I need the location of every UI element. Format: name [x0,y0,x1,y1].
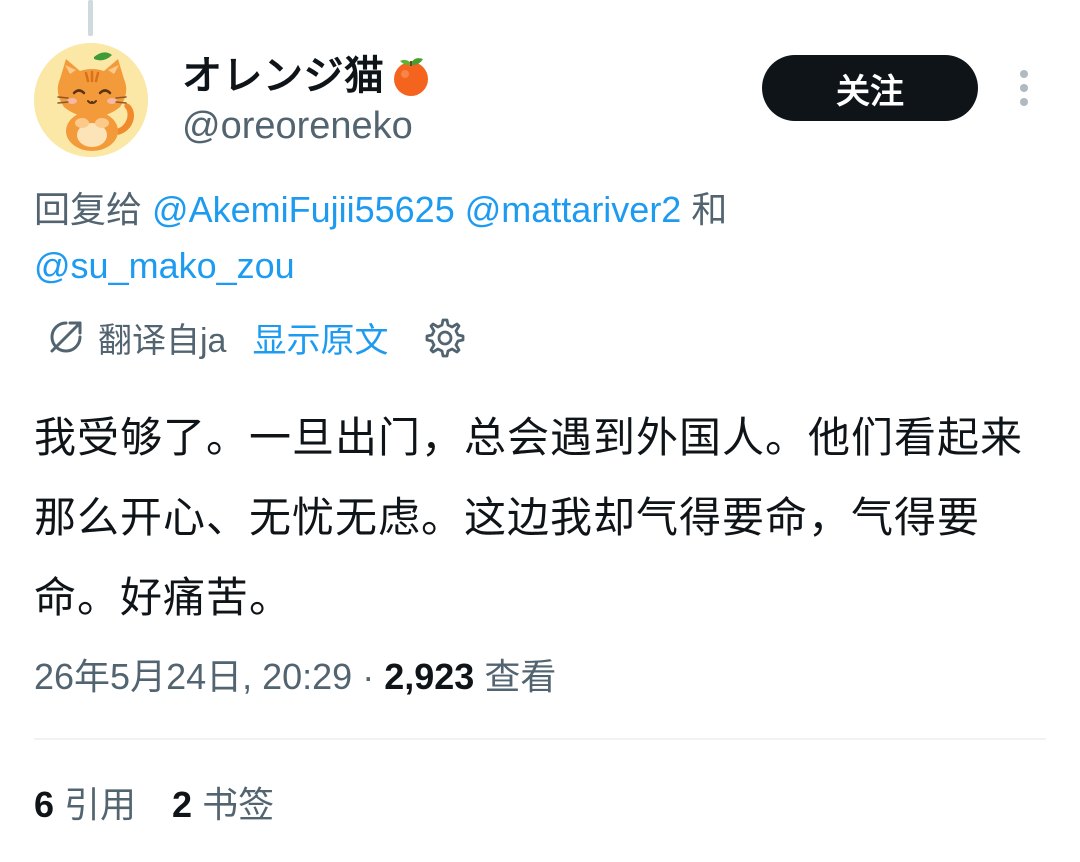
engagement-stats: 6 引用 2 书签 [34,780,310,830]
tweet-text: 我受够了。一旦出门，总会遇到外国人。他们看起来那么开心、无忧无虑。这边我却气得要… [34,414,1024,621]
orange-cat-icon [34,43,148,157]
replying-to: 回复给 @AkemiFujii55625 @mattariver2 和 @su_… [34,182,1044,294]
quotes-count: 6 [34,784,55,825]
views-count: 2,923 [384,656,475,697]
mention-link[interactable]: @su_mako_zou [34,245,295,286]
mention-link[interactable]: @AkemiFujii55625 [152,189,455,230]
bookmarks-count: 2 [172,784,193,825]
mention-link[interactable]: @mattariver2 [465,189,682,230]
quotes-stat[interactable]: 6 引用 [34,780,136,830]
divider [34,738,1046,740]
views-label: 查看 [484,656,557,697]
reply-conjunction: 和 [691,189,728,230]
tweet-meta: 26年5月24日, 20:29 · 2,923 查看 [34,652,556,702]
more-options-button[interactable] [1006,66,1042,110]
more-vertical-icon [1020,70,1028,106]
gear-icon[interactable] [422,315,466,359]
translated-from-label: 翻译自ja [98,321,227,360]
tangerine-emoji-icon [389,54,433,98]
timestamp[interactable]: 26年5月24日, 20:29 [34,656,352,697]
meta-separator: · [362,656,375,697]
show-original-link[interactable]: 显示原文 [252,313,388,362]
thread-connector-line [88,0,93,36]
display-name[interactable]: オレンジ猫 [182,52,385,100]
quotes-label: 引用 [64,784,137,825]
author-name-row[interactable]: オレンジ猫 [182,52,433,100]
author-handle[interactable]: @oreoreneko [182,103,413,149]
reply-prefix: 回复给 [34,189,143,230]
translation-bar: 翻译自ja 显示原文 [46,310,466,364]
follow-button[interactable]: 关注 [762,55,978,121]
translate-icon [50,321,82,353]
avatar[interactable] [34,43,148,157]
bookmarks-label: 书签 [202,784,275,825]
bookmarks-stat[interactable]: 2 书签 [172,780,274,830]
